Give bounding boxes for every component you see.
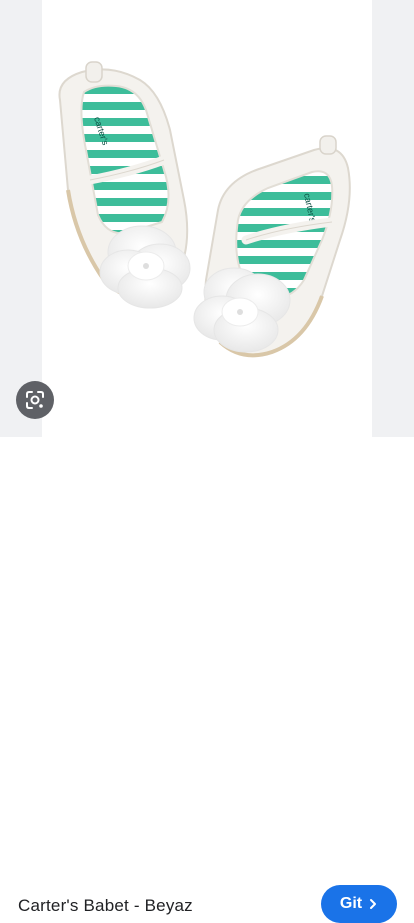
google-lens-icon[interactable] (16, 381, 54, 419)
product-image[interactable]: carter's carter's (42, 0, 372, 437)
lens-glyph (26, 391, 44, 409)
result-bar: Carter's Babet - Beyaz Git (0, 437, 414, 923)
product-title[interactable]: Carter's Babet - Beyaz (18, 896, 193, 916)
shoes-illustration: carter's carter's (58, 61, 351, 358)
go-button-label: Git (339, 895, 363, 912)
chevron-right-icon (370, 899, 377, 909)
image-viewer: carter's carter's (0, 0, 414, 437)
go-button[interactable]: Git (321, 885, 397, 923)
